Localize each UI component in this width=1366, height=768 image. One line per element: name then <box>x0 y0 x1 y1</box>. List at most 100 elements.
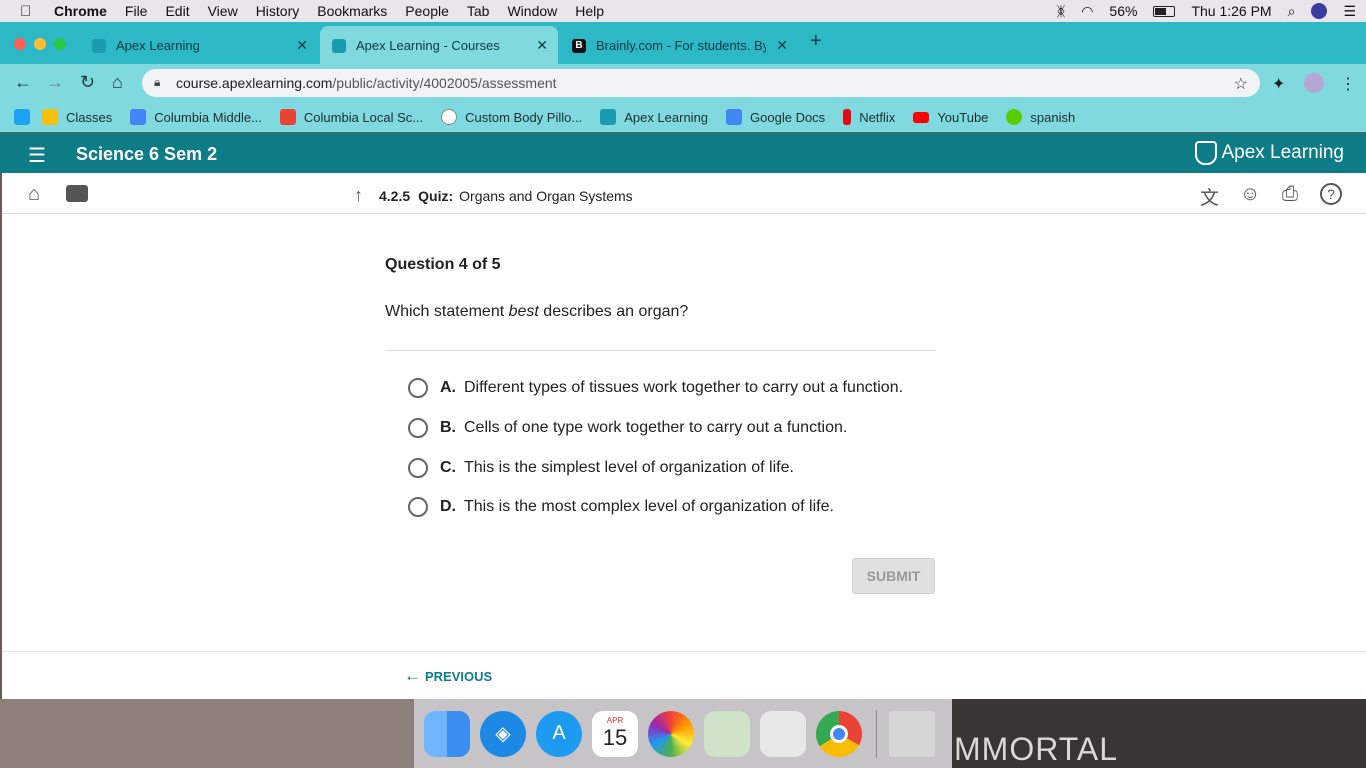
youtube-icon <box>913 111 930 123</box>
brainly-favicon-icon: B <box>572 39 586 53</box>
chrome-icon[interactable] <box>816 710 862 757</box>
bookmark-youtube[interactable]: YouTube <box>913 110 988 125</box>
wallpaper-text: MMORTAL <box>954 731 1119 767</box>
new-tab-plus-icon[interactable]: + <box>810 30 822 53</box>
close-window-button[interactable] <box>14 38 26 50</box>
menu-tab[interactable]: Tab <box>467 3 490 19</box>
url-domain: course.apexlearning.com <box>176 75 333 91</box>
gmail-icon <box>279 109 296 125</box>
activity-kind: Quiz: <box>418 187 454 204</box>
menu-help[interactable]: Help <box>575 3 604 19</box>
apple-icon[interactable]:  <box>20 3 40 20</box>
profile-avatar[interactable] <box>1304 73 1324 93</box>
more-options-icon[interactable]: ⋮ <box>1340 74 1356 94</box>
answer-option-c[interactable]: C. This is the simplest level of organiz… <box>408 456 794 480</box>
answer-option-b[interactable]: B. Cells of one type work together to ca… <box>408 416 847 440</box>
extensions-puzzle-icon[interactable]: ✦ <box>1272 74 1285 94</box>
browser-toolbar: ← → ↻ ⌂ 🔒︎ course.apexlearning.com/publi… <box>0 64 1366 102</box>
bluetooth-icon[interactable]: ᛤ <box>1057 3 1065 19</box>
translate-icon[interactable]: 文 <box>1200 183 1219 210</box>
activity-title: Organs and Organ Systems <box>459 187 633 204</box>
desktop-wallpaper-left <box>0 699 414 768</box>
battery-icon[interactable] <box>1153 5 1176 17</box>
activity-breadcrumb: ↑ 4.2.5 Quiz: Organs and Organ Systems <box>354 185 633 206</box>
apex-logo: Apex Learning <box>1195 141 1344 165</box>
close-tab-icon[interactable]: ✕ <box>296 37 308 54</box>
home-icon[interactable]: ⌂ <box>28 183 40 206</box>
app-store-icon[interactable]: A <box>536 710 582 757</box>
textedit-icon[interactable] <box>760 710 806 757</box>
finder-icon[interactable] <box>424 710 470 757</box>
radio-button[interactable] <box>408 497 428 517</box>
reload-icon[interactable]: ↻ <box>80 72 95 93</box>
tab-apex-learning[interactable]: Apex Learning ✕ <box>80 26 318 64</box>
tab-brainly[interactable]: B Brainly.com - For students. By ✕ <box>560 26 798 64</box>
text-to-speech-icon[interactable]: ☺ <box>1240 183 1260 206</box>
minimize-window-button[interactable] <box>34 38 46 50</box>
hamburger-menu-icon[interactable]: ☰ <box>28 143 46 168</box>
activity-number: 4.2.5 <box>379 187 411 204</box>
lock-icon[interactable]: 🔒︎ <box>154 75 160 90</box>
briefcase-icon[interactable] <box>66 185 88 202</box>
bookmark-classes[interactable]: Classes <box>42 109 112 125</box>
answer-option-a[interactable]: A. Different types of tissues work toget… <box>408 376 903 400</box>
address-bar[interactable]: 🔒︎ course.apexlearning.com/public/activi… <box>142 69 1260 97</box>
radio-button[interactable] <box>408 378 428 398</box>
course-title: Science 6 Sem 2 <box>76 144 218 164</box>
print-icon[interactable]: ⎙ <box>1282 183 1298 206</box>
battery-percent[interactable]: 56% <box>1109 3 1137 19</box>
menu-view[interactable]: View <box>208 3 238 19</box>
tab-title: Apex Learning - Courses <box>356 37 500 53</box>
preview-icon[interactable] <box>704 710 750 757</box>
answer-option-d[interactable]: D. This is the most complex level of org… <box>408 495 834 519</box>
browser-tab-strip: Apex Learning ✕ Apex Learning - Courses … <box>0 22 1366 64</box>
calendar-icon[interactable]: APR 15 <box>592 710 638 757</box>
tab-title: Apex Learning <box>116 37 200 53</box>
help-icon[interactable]: ? <box>1320 183 1342 205</box>
macos-menubar:  Chrome File Edit View History Bookmark… <box>0 0 1366 22</box>
photos-icon[interactable] <box>648 710 694 757</box>
bookmark-custom-body-pillow[interactable]: Custom Body Pillo... <box>441 109 582 125</box>
bookmark-icon <box>130 109 147 125</box>
close-tab-icon[interactable]: ✕ <box>776 37 788 54</box>
previous-button[interactable]: ← PREVIOUS <box>404 666 492 686</box>
back-arrow-icon[interactable]: ← <box>14 72 32 93</box>
menu-people[interactable]: People <box>405 3 449 19</box>
safari-icon[interactable]: ◈ <box>480 710 526 757</box>
up-arrow-icon[interactable]: ↑ <box>354 185 363 206</box>
bookmark-star-icon[interactable]: ☆ <box>1234 74 1248 94</box>
menu-window[interactable]: Window <box>507 3 557 19</box>
menu-chrome[interactable]: Chrome <box>54 3 107 19</box>
bookmark-apex-learning[interactable]: Apex Learning <box>600 109 708 125</box>
radio-button[interactable] <box>408 458 428 478</box>
bookmark-spanish[interactable]: spanish <box>1006 109 1075 125</box>
bookmark-columbia-local[interactable]: Columbia Local Sc... <box>279 109 423 125</box>
bookmark-columbia-middle[interactable]: Columbia Middle... <box>130 109 262 125</box>
wifi-icon[interactable]: ◠ <box>1081 3 1093 20</box>
tab-apex-courses[interactable]: Apex Learning - Courses ✕ <box>320 26 558 64</box>
menu-edit[interactable]: Edit <box>165 3 189 19</box>
apex-favicon-icon <box>332 39 346 53</box>
footer-divider <box>2 651 1366 652</box>
radio-button[interactable] <box>408 418 428 438</box>
bookmark-google-docs[interactable]: Google Docs <box>726 109 825 125</box>
trash-icon[interactable] <box>889 710 935 757</box>
submit-button[interactable]: SUBMIT <box>852 558 935 594</box>
clock[interactable]: Thu 1:26 PM <box>1191 3 1271 19</box>
zoom-window-button[interactable] <box>54 38 66 50</box>
close-tab-icon[interactable]: ✕ <box>536 37 548 54</box>
siri-icon[interactable] <box>1311 3 1328 19</box>
home-icon[interactable]: ⌂ <box>112 72 123 93</box>
url-path: /public/activity/4002005/assessment <box>332 75 557 91</box>
menu-file[interactable]: File <box>125 3 148 19</box>
apex-favicon-icon <box>92 39 106 53</box>
bookmark-netflix[interactable]: Netflix <box>843 109 895 125</box>
menubar-status: ᛤ ◠ 56% Thu 1:26 PM ⌕ ☰ <box>1057 0 1356 22</box>
forward-arrow-icon[interactable]: → <box>46 72 64 93</box>
notification-center-icon[interactable]: ☰ <box>1343 3 1356 20</box>
bookmark-t-icon[interactable] <box>14 109 30 125</box>
menu-history[interactable]: History <box>256 3 300 19</box>
menu-bookmarks[interactable]: Bookmarks <box>317 3 387 19</box>
question-text: Which statement best describes an organ? <box>385 303 689 320</box>
spotlight-search-icon[interactable]: ⌕ <box>1288 3 1296 20</box>
